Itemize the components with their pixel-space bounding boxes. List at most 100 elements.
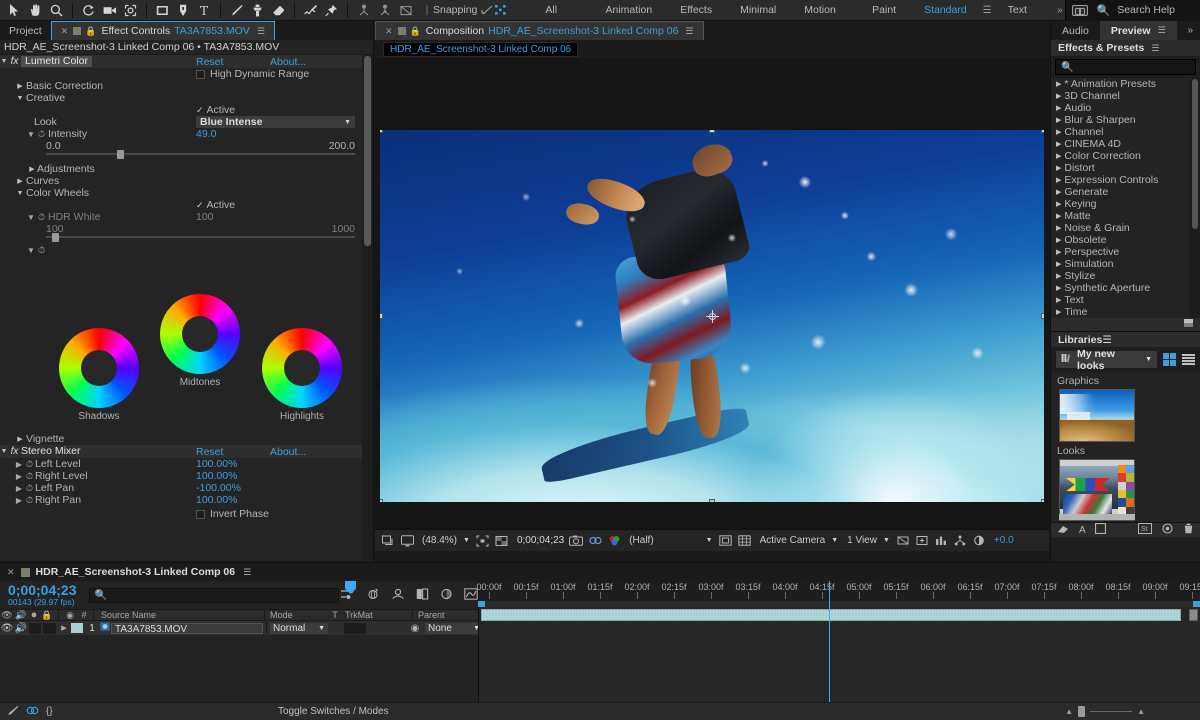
check-icon[interactable]: ✓ (196, 105, 204, 116)
puppet-starch-pin-icon[interactable] (374, 0, 395, 21)
library-thumbnail-graphics[interactable] (1059, 389, 1135, 442)
ep-category-color-correction[interactable]: ▶ Color Correction (1051, 150, 1200, 162)
search-help-box[interactable]: 🔍 Search Help (1064, 0, 1200, 21)
ep-category-distort[interactable]: ▶ Distort (1051, 162, 1200, 174)
zoom-out-icon[interactable]: ▲ (1065, 707, 1073, 716)
workspace-all-panels[interactable]: All Panels (531, 0, 591, 37)
layer-lock-toggle[interactable] (43, 622, 56, 634)
show-snapshot-icon[interactable] (587, 533, 603, 549)
row-right-pan[interactable]: ▶ ⏱ Right Pan 100.00% (0, 494, 373, 506)
chevron-right-icon[interactable]: ▶ (1056, 272, 1061, 280)
workspace-text[interactable]: Text (994, 0, 1041, 21)
chevron-right-icon[interactable]: ▶ (1056, 236, 1061, 244)
chevron-right-icon[interactable]: ▶ (1056, 80, 1061, 88)
effects-presets-search-input[interactable]: 🔍 (1055, 59, 1196, 75)
effect-controls-scrollbar[interactable] (362, 55, 373, 560)
midtones-color-wheel[interactable] (160, 294, 240, 374)
expressions-icon[interactable]: {} (46, 706, 53, 717)
panel-menu-icon[interactable]: ☰ (1102, 334, 1111, 346)
shadows-wheel-center[interactable] (81, 350, 117, 386)
highlights-color-wheel[interactable] (262, 328, 342, 408)
shape-tool-icon[interactable] (152, 0, 173, 21)
row-high-dynamic-range[interactable]: High Dynamic Range (0, 68, 373, 80)
row-invert-phase[interactable]: Invert Phase (0, 508, 373, 520)
left-level-value[interactable]: 100.00% (196, 458, 237, 470)
rotation-tool-icon[interactable] (78, 0, 99, 21)
ep-category-channel[interactable]: ▶ Channel (1051, 126, 1200, 138)
selection-handle-tc[interactable] (709, 130, 715, 133)
hdr-white-slider-handle[interactable] (52, 233, 60, 242)
breadcrumb[interactable]: HDR_AE_Screenshot-3 Linked Comp 06 (383, 41, 579, 57)
hide-shy-layers-icon[interactable] (391, 588, 405, 603)
hdr-white-value[interactable]: 100 (196, 211, 214, 223)
panel-menu-icon[interactable]: ☰ (685, 26, 693, 37)
library-dropdown[interactable]: My new looks ▼ (1056, 348, 1157, 372)
layer-parent-dropdown[interactable]: None ▼ (425, 622, 483, 634)
library-thumbnail-looks[interactable] (1059, 459, 1135, 521)
chevron-right-icon[interactable]: ▶ (1056, 140, 1061, 148)
effects-presets-list[interactable]: ▶ * Animation Presets ▶ 3D Channel ▶ Audio … (1051, 78, 1200, 318)
chevron-right-icon[interactable]: ▶ (1056, 92, 1061, 100)
chevron-down-icon[interactable]: ▼ (706, 537, 713, 544)
toggle-switches-icon[interactable] (6, 705, 19, 719)
chevron-right-icon[interactable]: ▶ (14, 460, 24, 469)
group-vignette[interactable]: ▶ Vignette (0, 433, 373, 445)
type-tool-icon[interactable]: T (194, 0, 215, 21)
group-curves[interactable]: ▶ Curves (0, 175, 373, 187)
right-level-value[interactable]: 100.00% (196, 470, 237, 482)
ep-category-3d-channel[interactable]: ▶ 3D Channel (1051, 90, 1200, 102)
roto-brush-tool-icon[interactable] (300, 0, 321, 21)
scrollbar-thumb[interactable] (364, 56, 371, 246)
chevron-right-icon[interactable]: ▶ (1056, 176, 1061, 184)
panel-menu-icon[interactable]: ☰ (257, 26, 265, 37)
effects-presets-scrollbar[interactable] (1190, 78, 1200, 318)
eraser-tool-icon[interactable] (268, 0, 289, 21)
stock-icon[interactable]: St (1138, 523, 1152, 537)
toggle-switches-modes-label[interactable]: Toggle Switches / Modes (278, 706, 389, 717)
ep-category-keying[interactable]: ▶ Keying (1051, 198, 1200, 210)
close-icon[interactable]: ✕ (385, 26, 393, 37)
chevron-right-icon[interactable]: ▶ (16, 177, 24, 185)
selection-tool-icon[interactable] (4, 0, 25, 21)
row-hdr-white[interactable]: ▼ ⏱ HDR White 100 (0, 211, 373, 223)
panel-menu-icon[interactable]: ☰ (1158, 25, 1166, 36)
always-preview-icon[interactable] (380, 533, 396, 549)
stopwatch-icon[interactable]: ⏱ (36, 245, 47, 256)
intensity-slider-track[interactable] (46, 150, 355, 159)
grid-view-icon[interactable] (1163, 353, 1176, 366)
draft-3d-icon[interactable] (366, 587, 380, 603)
stopwatch-icon[interactable]: ⏱ (24, 459, 35, 470)
ep-category-noise-grain[interactable]: ▶ Noise & Grain (1051, 222, 1200, 234)
ep-category-matte[interactable]: ▶ Matte (1051, 210, 1200, 222)
column-mode[interactable]: Mode (265, 610, 328, 620)
transparency-grid-icon[interactable] (494, 533, 510, 549)
add-text-icon[interactable]: A (1079, 525, 1086, 536)
layer-label-color[interactable] (71, 623, 83, 633)
row-intensity-slider[interactable]: 0.0 200.0 (0, 140, 373, 159)
chevron-right-icon[interactable]: ▶ (1056, 224, 1061, 232)
group-basic-correction[interactable]: ▶ Basic Correction (0, 80, 373, 92)
effect-name-stereo-mixer[interactable]: Stereo Mixer (21, 446, 85, 457)
stopwatch-icon[interactable]: ⏱ (36, 212, 47, 223)
ep-category-obsolete[interactable]: ▶ Obsolete (1051, 234, 1200, 246)
chevron-right-icon[interactable]: ▶ (1056, 200, 1061, 208)
sidebar-overflow-icon[interactable]: » (1187, 25, 1200, 36)
views-value[interactable]: 1 View (847, 535, 877, 546)
selection-handle-tl[interactable] (380, 130, 383, 133)
ep-category-perspective[interactable]: ▶ Perspective (1051, 246, 1200, 258)
take-snapshot-icon[interactable] (568, 533, 584, 549)
chevron-right-icon[interactable]: ▶ (1056, 152, 1061, 160)
column-parent[interactable]: Parent (413, 610, 473, 620)
ep-category-text[interactable]: ▶ Text (1051, 294, 1200, 306)
chevron-right-icon[interactable]: ▶ (1056, 188, 1061, 196)
ep-category-animation-presets[interactable]: ▶ * Animation Presets (1051, 78, 1200, 90)
column-trkmat[interactable]: TrkMat (342, 610, 412, 620)
left-pan-value[interactable]: -100.00% (196, 482, 241, 494)
tab-composition[interactable]: ✕ 🔒 Composition HDR_AE_Screenshot-3 Link… (375, 21, 704, 40)
toggle-masks-icon[interactable] (718, 533, 734, 549)
row-creative-active[interactable]: ✓ Active (0, 104, 373, 116)
workspace-standard[interactable]: Standard (910, 0, 981, 21)
switches-modes-icon[interactable] (26, 705, 39, 719)
selection-handle-mr[interactable] (1041, 313, 1044, 319)
row-left-pan[interactable]: ▶ ⏱ Left Pan -100.00% (0, 482, 373, 494)
